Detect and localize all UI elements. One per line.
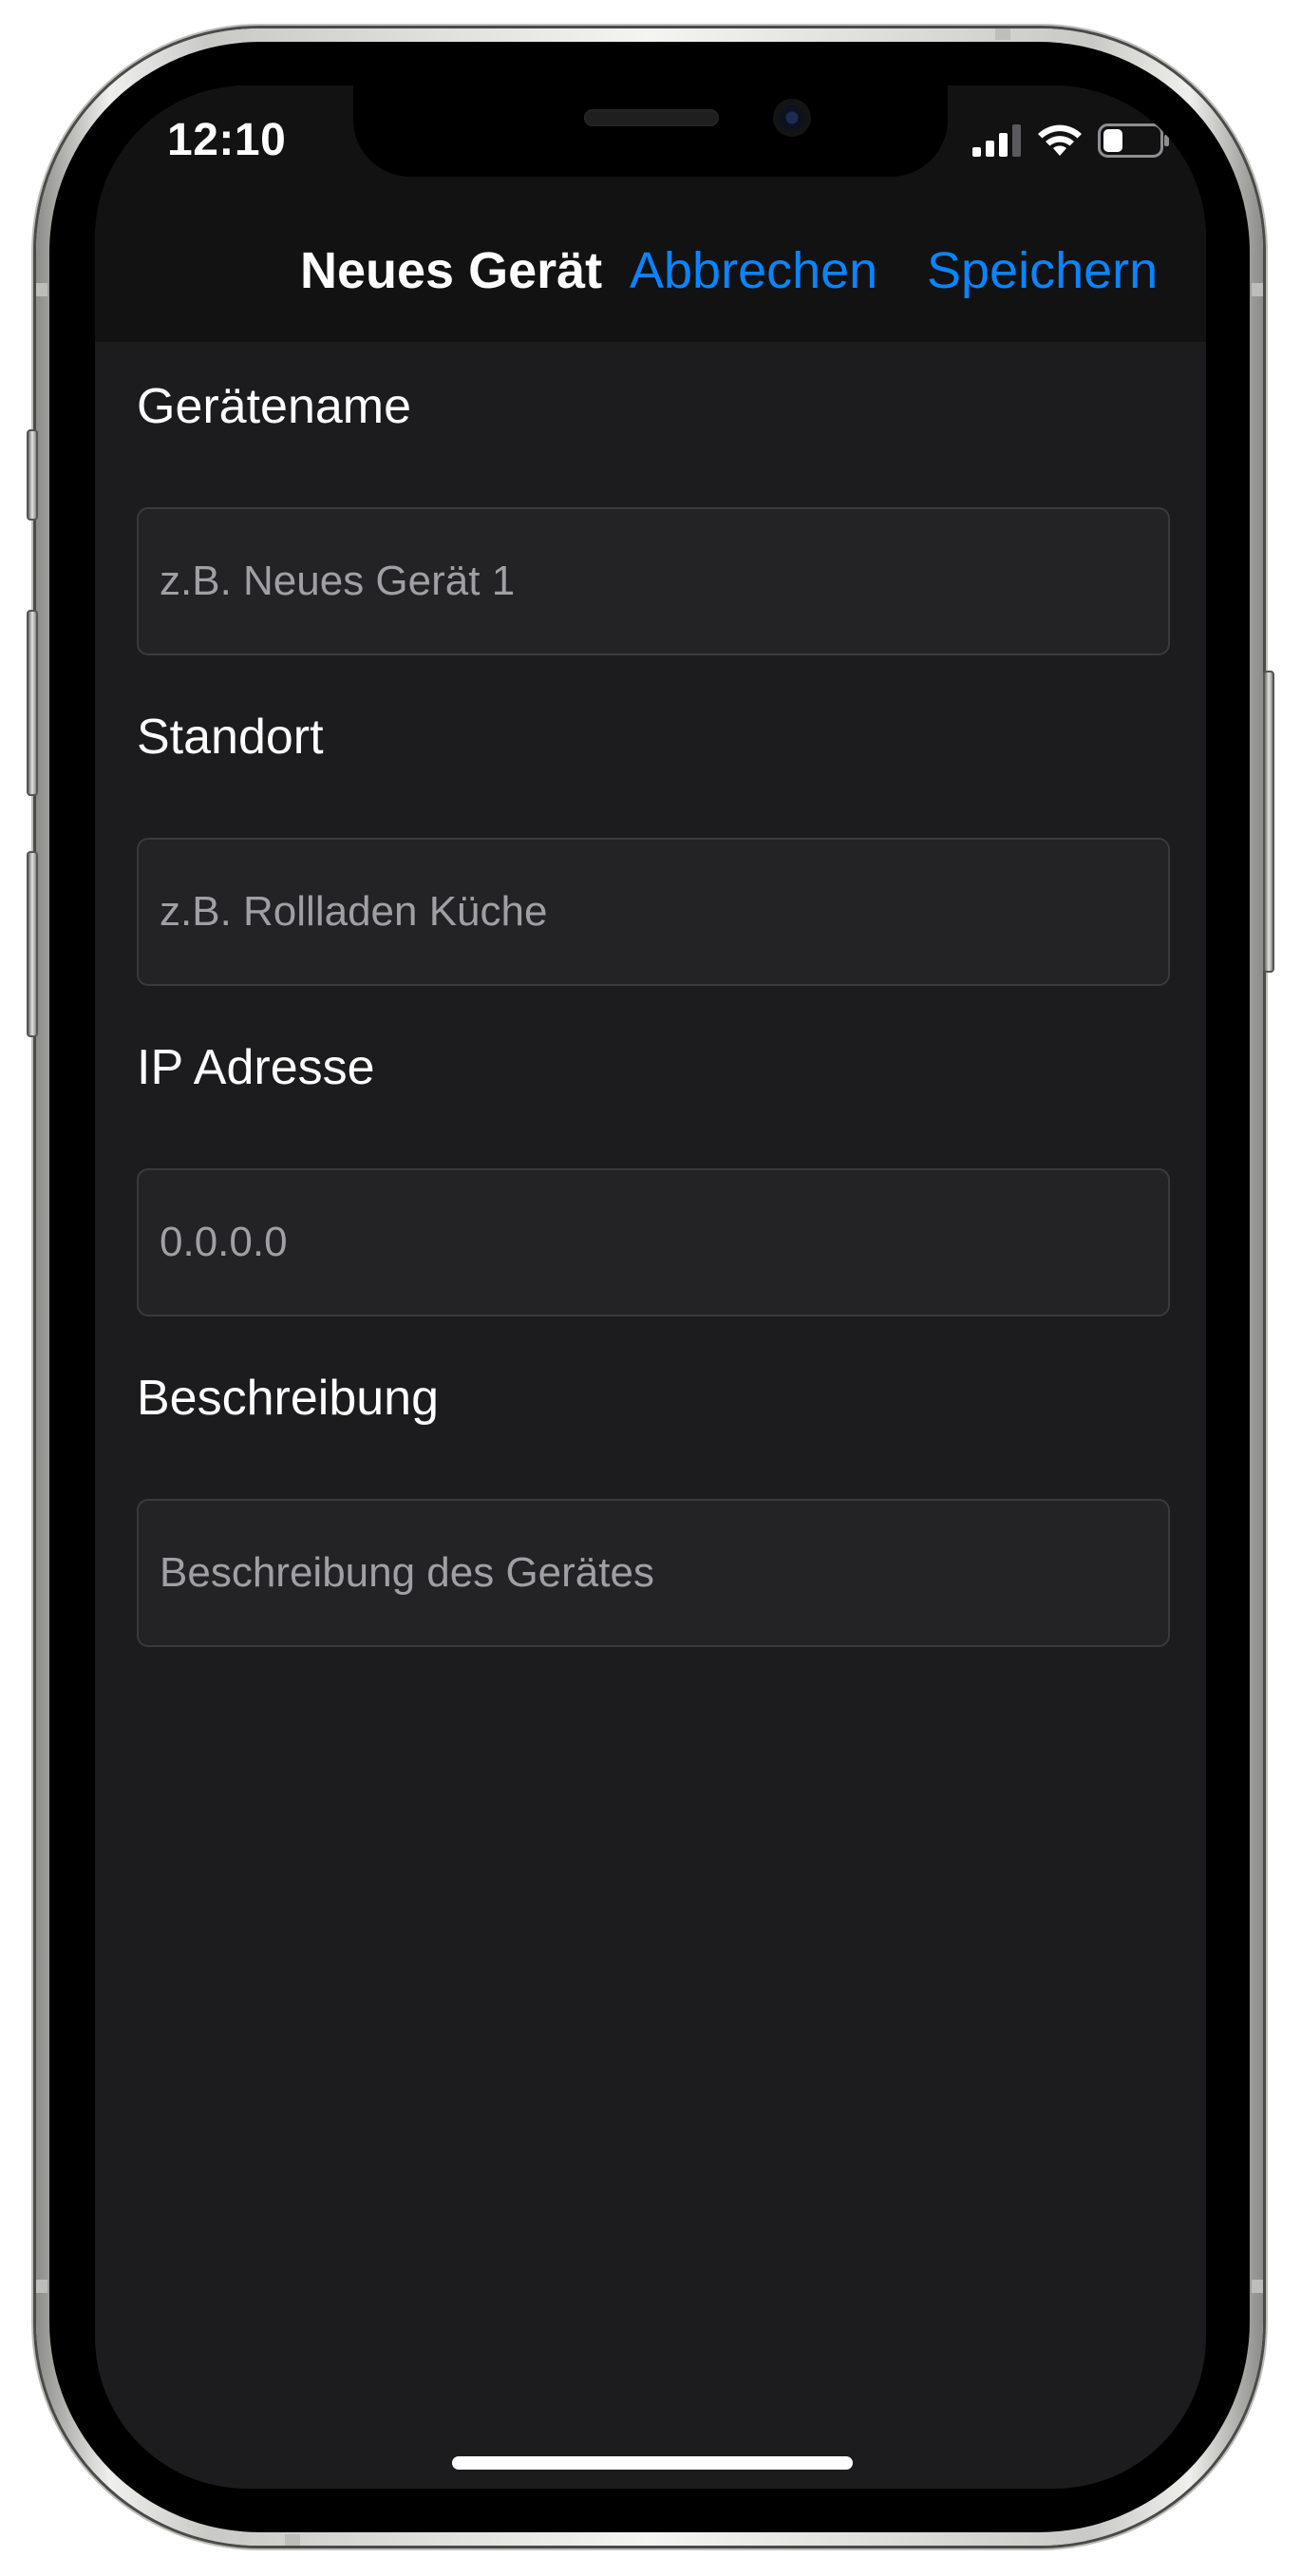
save-button[interactable]: Speichern — [927, 241, 1158, 300]
description-field[interactable]: Beschreibung des Gerätes — [137, 1499, 1170, 1647]
antenna-band — [285, 2534, 300, 2546]
ip-address-field[interactable]: 0.0.0.0 — [137, 1168, 1170, 1316]
volume-down-button — [27, 851, 38, 1037]
location-label: Standort — [137, 710, 324, 765]
earpiece-speaker — [584, 109, 719, 126]
status-icons — [972, 123, 1170, 161]
ip-address-label: IP Adresse — [137, 1040, 375, 1095]
device-name-placeholder: z.B. Neues Gerät 1 — [160, 558, 516, 604]
location-field[interactable]: z.B. Rollladen Küche — [137, 838, 1170, 986]
cancel-button[interactable]: Abbrechen — [630, 241, 877, 300]
antenna-band — [1252, 2280, 1263, 2293]
navigation-bar: Neues Gerät Abbrechen Speichern — [95, 199, 1206, 342]
description-placeholder: Beschreibung des Gerätes — [160, 1549, 654, 1596]
antenna-band — [36, 283, 47, 296]
camera-notch — [353, 85, 948, 177]
antenna-band — [1252, 283, 1263, 296]
front-camera — [773, 99, 811, 137]
screen: 12:10 Neues Gerät Abbrechen Speichern Ge… — [95, 85, 1206, 2489]
volume-up-button — [27, 610, 38, 796]
ip-address-placeholder: 0.0.0.0 — [160, 1219, 288, 1265]
location-placeholder: z.B. Rollladen Küche — [160, 888, 548, 935]
cellular-signal-icon — [972, 123, 1022, 161]
antenna-band — [36, 2280, 47, 2293]
wifi-icon — [1037, 123, 1083, 162]
power-button — [1263, 671, 1274, 973]
device-name-label: Gerätename — [137, 379, 412, 434]
antenna-band — [995, 28, 1010, 40]
device-name-field[interactable]: z.B. Neues Gerät 1 — [137, 507, 1170, 655]
page-title: Neues Gerät — [300, 242, 603, 299]
mute-switch — [27, 429, 38, 521]
home-indicator[interactable] — [452, 2456, 853, 2470]
status-time: 12:10 — [167, 115, 287, 165]
battery-icon — [1098, 123, 1170, 162]
description-label: Beschreibung — [137, 1371, 439, 1426]
